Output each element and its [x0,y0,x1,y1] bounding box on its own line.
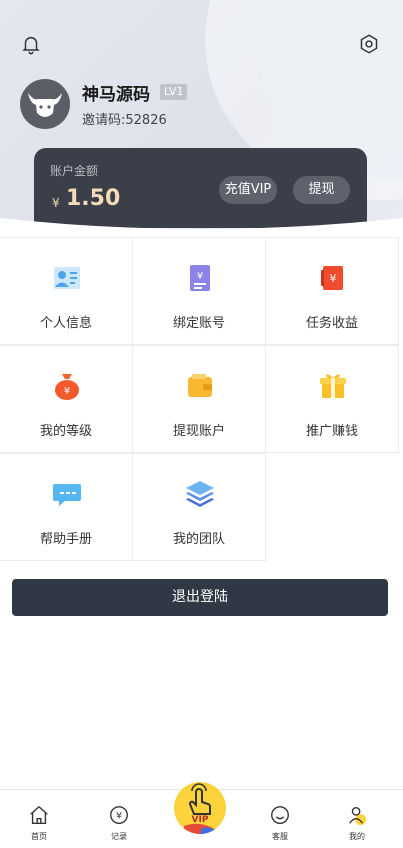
tab-label: 首页 [31,832,47,841]
menu-item-bind-account[interactable]: ¥ 绑定账号 [133,237,266,345]
svg-text:¥: ¥ [64,386,70,397]
menu-item-label: 提现账户 [172,424,225,439]
money-bag-icon: ¥ [55,374,79,400]
menu-item-label: 我的团队 [172,532,225,547]
tab-label: 我的 [349,832,365,841]
tab-home[interactable]: 首页 [9,804,69,844]
task-earnings-icon: ¥ [321,266,343,290]
wallet-icon [188,374,212,397]
bell-icon[interactable] [20,33,42,55]
menu-item-personal-info[interactable]: 个人信息 [0,237,133,345]
layers-icon [186,481,214,507]
bull-logo-icon [28,93,62,117]
bind-account-icon: ¥ [190,265,210,291]
menu-item-my-level[interactable]: ¥ 我的等级 [0,345,133,453]
service-icon [271,806,289,824]
menu-item-promote-earn[interactable]: 推广赚钱 [266,345,399,453]
menu-item-label: 个人信息 [39,316,92,331]
menu-item-label: 绑定账号 [172,316,225,331]
svg-text:¥: ¥ [116,811,122,822]
menu-item-task-earnings[interactable]: ¥ 任务收益 [266,237,399,345]
tab-label: 记录 [111,832,127,841]
balance-label: 账户金额 [50,164,99,178]
menu-item-withdraw-account[interactable]: 提现账户 [133,345,266,453]
gear-icon[interactable] [358,33,380,55]
vip-label: VIP [191,815,209,825]
menu-item-label: 我的等级 [39,424,92,439]
records-icon: ¥ [110,806,128,824]
tap-hand-icon [184,783,218,834]
tab-label: 客服 [272,832,288,841]
tab-vip[interactable]: VIP [166,778,236,847]
header-wave [0,218,403,240]
svg-text:¥: ¥ [197,271,203,282]
menu-item-label: 任务收益 [305,316,358,331]
menu-item-label: 推广赚钱 [305,424,358,439]
username: 神马源码 [82,85,150,105]
user-icon [349,806,367,826]
svg-text:¥: ¥ [330,272,337,285]
menu-item-help-manual[interactable]: 帮助手册 [0,453,133,561]
vip-button: VIP [174,782,226,834]
tab-mine[interactable]: 我的 [327,804,387,844]
chat-icon [53,484,81,506]
tab-service[interactable]: 客服 [250,804,310,844]
level-badge: LV1 [160,84,188,100]
menu-grid: 个人信息 ¥ 绑定账号 ¥ 任务收益 ¥ 我的等级 提现账户 推广赚钱 帮助手册… [0,237,400,561]
gift-icon [320,374,346,398]
menu-item-label: 帮助手册 [39,532,92,547]
tab-records[interactable]: ¥ 记录 [89,804,149,844]
logout-button[interactable]: 退出登陆 [12,579,388,616]
menu-item-my-team[interactable]: 我的团队 [133,453,266,561]
id-card-icon [54,267,80,289]
home-icon [30,805,48,824]
avatar[interactable] [20,79,70,129]
invite-code: 邀请码:52826 [82,113,167,128]
